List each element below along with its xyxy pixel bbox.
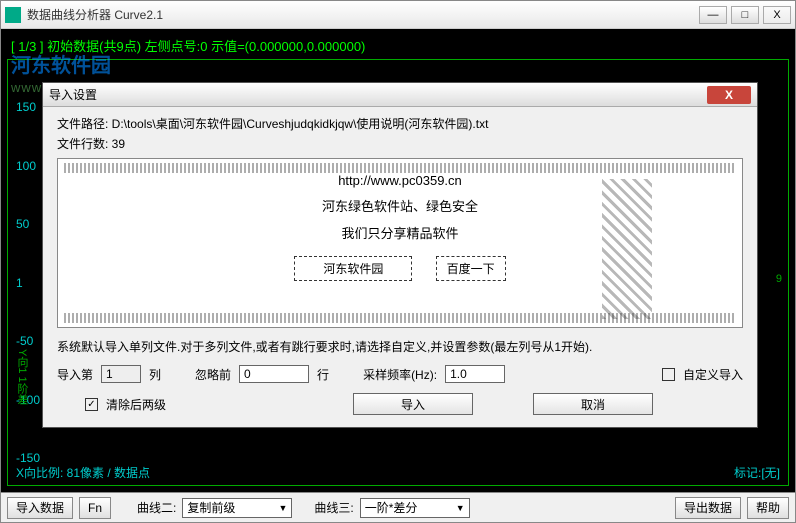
curve2-label: 曲线二:: [137, 499, 176, 516]
curve3-label: 曲线三:: [314, 499, 353, 516]
dialog-title: 导入设置: [49, 86, 707, 103]
curve3-select[interactable]: 一阶*差分: [360, 498, 470, 518]
cancel-button[interactable]: 取消: [533, 393, 653, 415]
import-hint: 系统默认导入单列文件.对于多列文件,或者有跳行要求时,请选择自定义,并设置参数(…: [57, 338, 743, 355]
custom-import-checkbox[interactable]: [662, 368, 675, 381]
close-button[interactable]: X: [763, 6, 791, 24]
curve2-select[interactable]: 复制前级: [182, 498, 292, 518]
freq-input[interactable]: [445, 365, 505, 383]
bottom-toolbar: 导入数据 Fn 曲线二: 复制前级 曲线三: 一阶*差分 导出数据 帮助: [1, 492, 795, 522]
skip-label: 忽略前: [195, 366, 231, 383]
file-path-value: D:\tools\桌面\河东软件园\Curveshjudqkidkjqw\使用说…: [112, 117, 489, 131]
dialog-titlebar[interactable]: 导入设置 X: [43, 83, 757, 107]
y-axis-labels: 15010050 1-50-100 -150: [16, 100, 44, 465]
skip-input[interactable]: [239, 365, 309, 383]
clear-label: 清除后两级: [106, 396, 166, 413]
fn-button[interactable]: Fn: [79, 497, 111, 519]
file-preview[interactable]: http://www.pc0359.cn 河东绿色软件站、绿色安全 我们只分享精…: [57, 158, 743, 328]
app-icon: [5, 7, 21, 23]
window-title: 数据曲线分析器 Curve2.1: [27, 6, 699, 23]
titlebar: 数据曲线分析器 Curve2.1 — □ X: [1, 1, 795, 29]
preview-box1: 河东软件园: [294, 256, 412, 281]
maximize-button[interactable]: □: [731, 6, 759, 24]
dialog-close-button[interactable]: X: [707, 86, 751, 104]
export-data-button[interactable]: 导出数据: [675, 497, 741, 519]
file-path-label: 文件路径:: [57, 117, 112, 131]
column-label: 导入第: [57, 366, 93, 383]
skip-suffix: 行: [317, 366, 329, 383]
column-input[interactable]: [101, 365, 141, 383]
import-button[interactable]: 导入: [353, 393, 473, 415]
import-data-button[interactable]: 导入数据: [7, 497, 73, 519]
line-count-value: 39: [112, 137, 125, 151]
clear-checkbox[interactable]: ✓: [85, 398, 98, 411]
info-bar: [ 1/3 ] 初始数据(共9点) 左侧点号:0 示值=(0.000000,0.…: [7, 35, 789, 55]
custom-import-label: 自定义导入: [683, 366, 743, 383]
x-scale-label: X向比例: 81像素 / 数据点: [16, 464, 150, 481]
freq-label: 采样频率(Hz):: [363, 366, 437, 383]
preview-box2: 百度一下: [436, 256, 506, 281]
minimize-button[interactable]: —: [699, 6, 727, 24]
right-axis-label: 9: [776, 273, 782, 285]
marker-label: 标记:[无]: [734, 464, 780, 481]
column-suffix: 列: [149, 366, 161, 383]
left-axis-label: Y向1 1阶差: [14, 349, 30, 405]
import-settings-dialog: 导入设置 X 文件路径: D:\tools\桌面\河东软件园\Curveshju…: [42, 82, 758, 428]
help-button[interactable]: 帮助: [747, 497, 789, 519]
line-count-label: 文件行数:: [57, 137, 112, 151]
